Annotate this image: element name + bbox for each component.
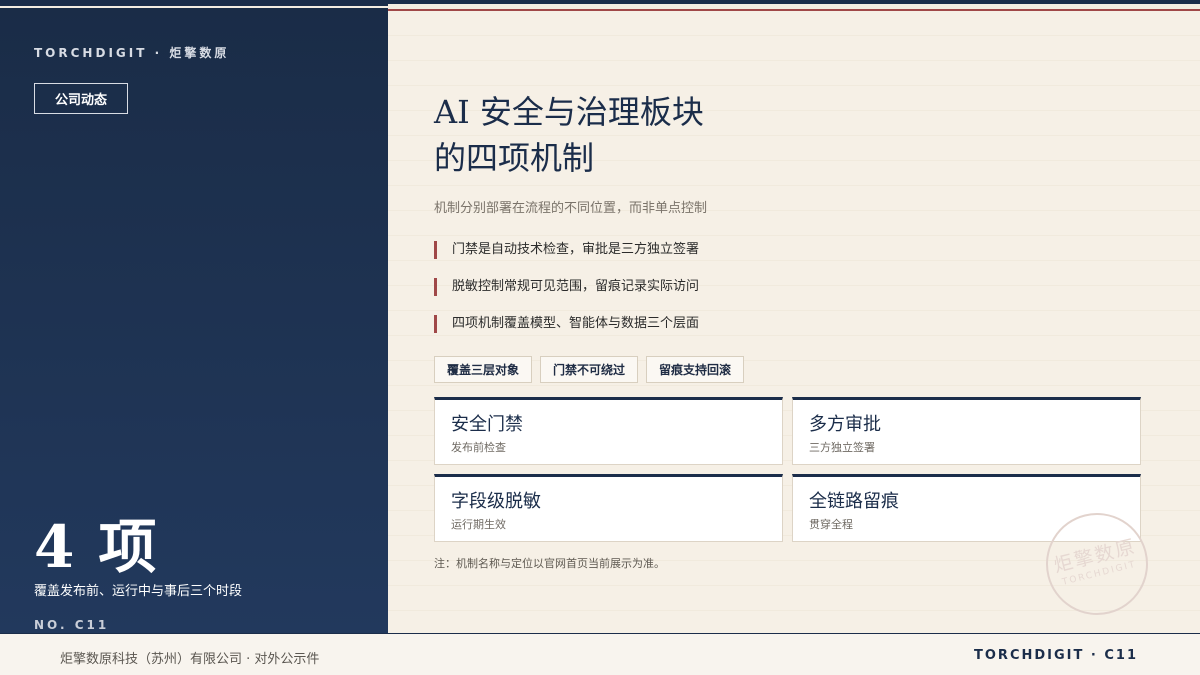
bullet-item: 门禁是自动技术检查，审批是三方独立签署	[434, 241, 699, 259]
card-subtitle: 发布前检查	[451, 441, 506, 454]
mechanism-card: 安全门禁 发布前检查	[434, 397, 783, 465]
card-subtitle: 三方独立签署	[809, 441, 875, 454]
chip-row: 覆盖三层对象 门禁不可绕过 留痕支持回滚	[434, 356, 745, 383]
footer-company: 炬擎数原科技（苏州）有限公司 · 对外公示件	[60, 652, 320, 667]
bullet-list: 门禁是自动技术检查，审批是三方独立签署 脱敏控制常规可见范围，留痕记录实际访问 …	[434, 241, 699, 352]
footer: 炬擎数原科技（苏州）有限公司 · 对外公示件 TORCHDIGIT · C11	[0, 633, 1200, 675]
title-line-2: 的四项机制	[434, 139, 595, 177]
card-title: 字段级脱敏	[451, 491, 541, 512]
chip: 留痕支持回滚	[646, 356, 745, 383]
footer-code: TORCHDIGIT · C11	[974, 648, 1138, 663]
card-subtitle: 贯穿全程	[809, 518, 853, 531]
sidebar: TORCHDIGIT · 炬擎数原 公司动态 4 项 覆盖发布前、运行中与事后三…	[0, 8, 388, 633]
page-subtitle: 机制分别部署在流程的不同位置，而非单点控制	[434, 201, 708, 216]
chip: 覆盖三层对象	[434, 356, 533, 383]
brand-label: TORCHDIGIT · 炬擎数原	[34, 46, 230, 60]
mechanism-card: 多方审批 三方独立签署	[792, 397, 1141, 465]
mechanism-card: 字段级脱敏 运行期生效	[434, 474, 783, 542]
top-rule-right	[388, 0, 1200, 4]
card-title: 全链路留痕	[809, 491, 899, 512]
card-title: 安全门禁	[451, 414, 523, 435]
page-title: AI 安全与治理板块 的四项机制	[434, 89, 834, 181]
top-rule-left	[0, 0, 388, 8]
card-subtitle: 运行期生效	[451, 518, 506, 531]
count-description: 覆盖发布前、运行中与事后三个时段	[34, 584, 243, 599]
title-line-1: AI 安全与治理板块	[434, 93, 704, 131]
mechanism-count: 4 项	[34, 513, 159, 581]
main-content: AI 安全与治理板块 的四项机制 机制分别部署在流程的不同位置，而非单点控制 门…	[388, 11, 1200, 633]
document-code: NO. C11	[34, 618, 110, 632]
footnote: 注：机制名称与定位以官网首页当前展示为准。	[434, 557, 665, 570]
bullet-item: 四项机制覆盖模型、智能体与数据三个层面	[434, 315, 699, 333]
card-title: 多方审批	[809, 414, 881, 435]
category-tag: 公司动态	[34, 83, 128, 114]
bullet-item: 脱敏控制常规可见范围，留痕记录实际访问	[434, 278, 699, 296]
chip: 门禁不可绕过	[540, 356, 639, 383]
